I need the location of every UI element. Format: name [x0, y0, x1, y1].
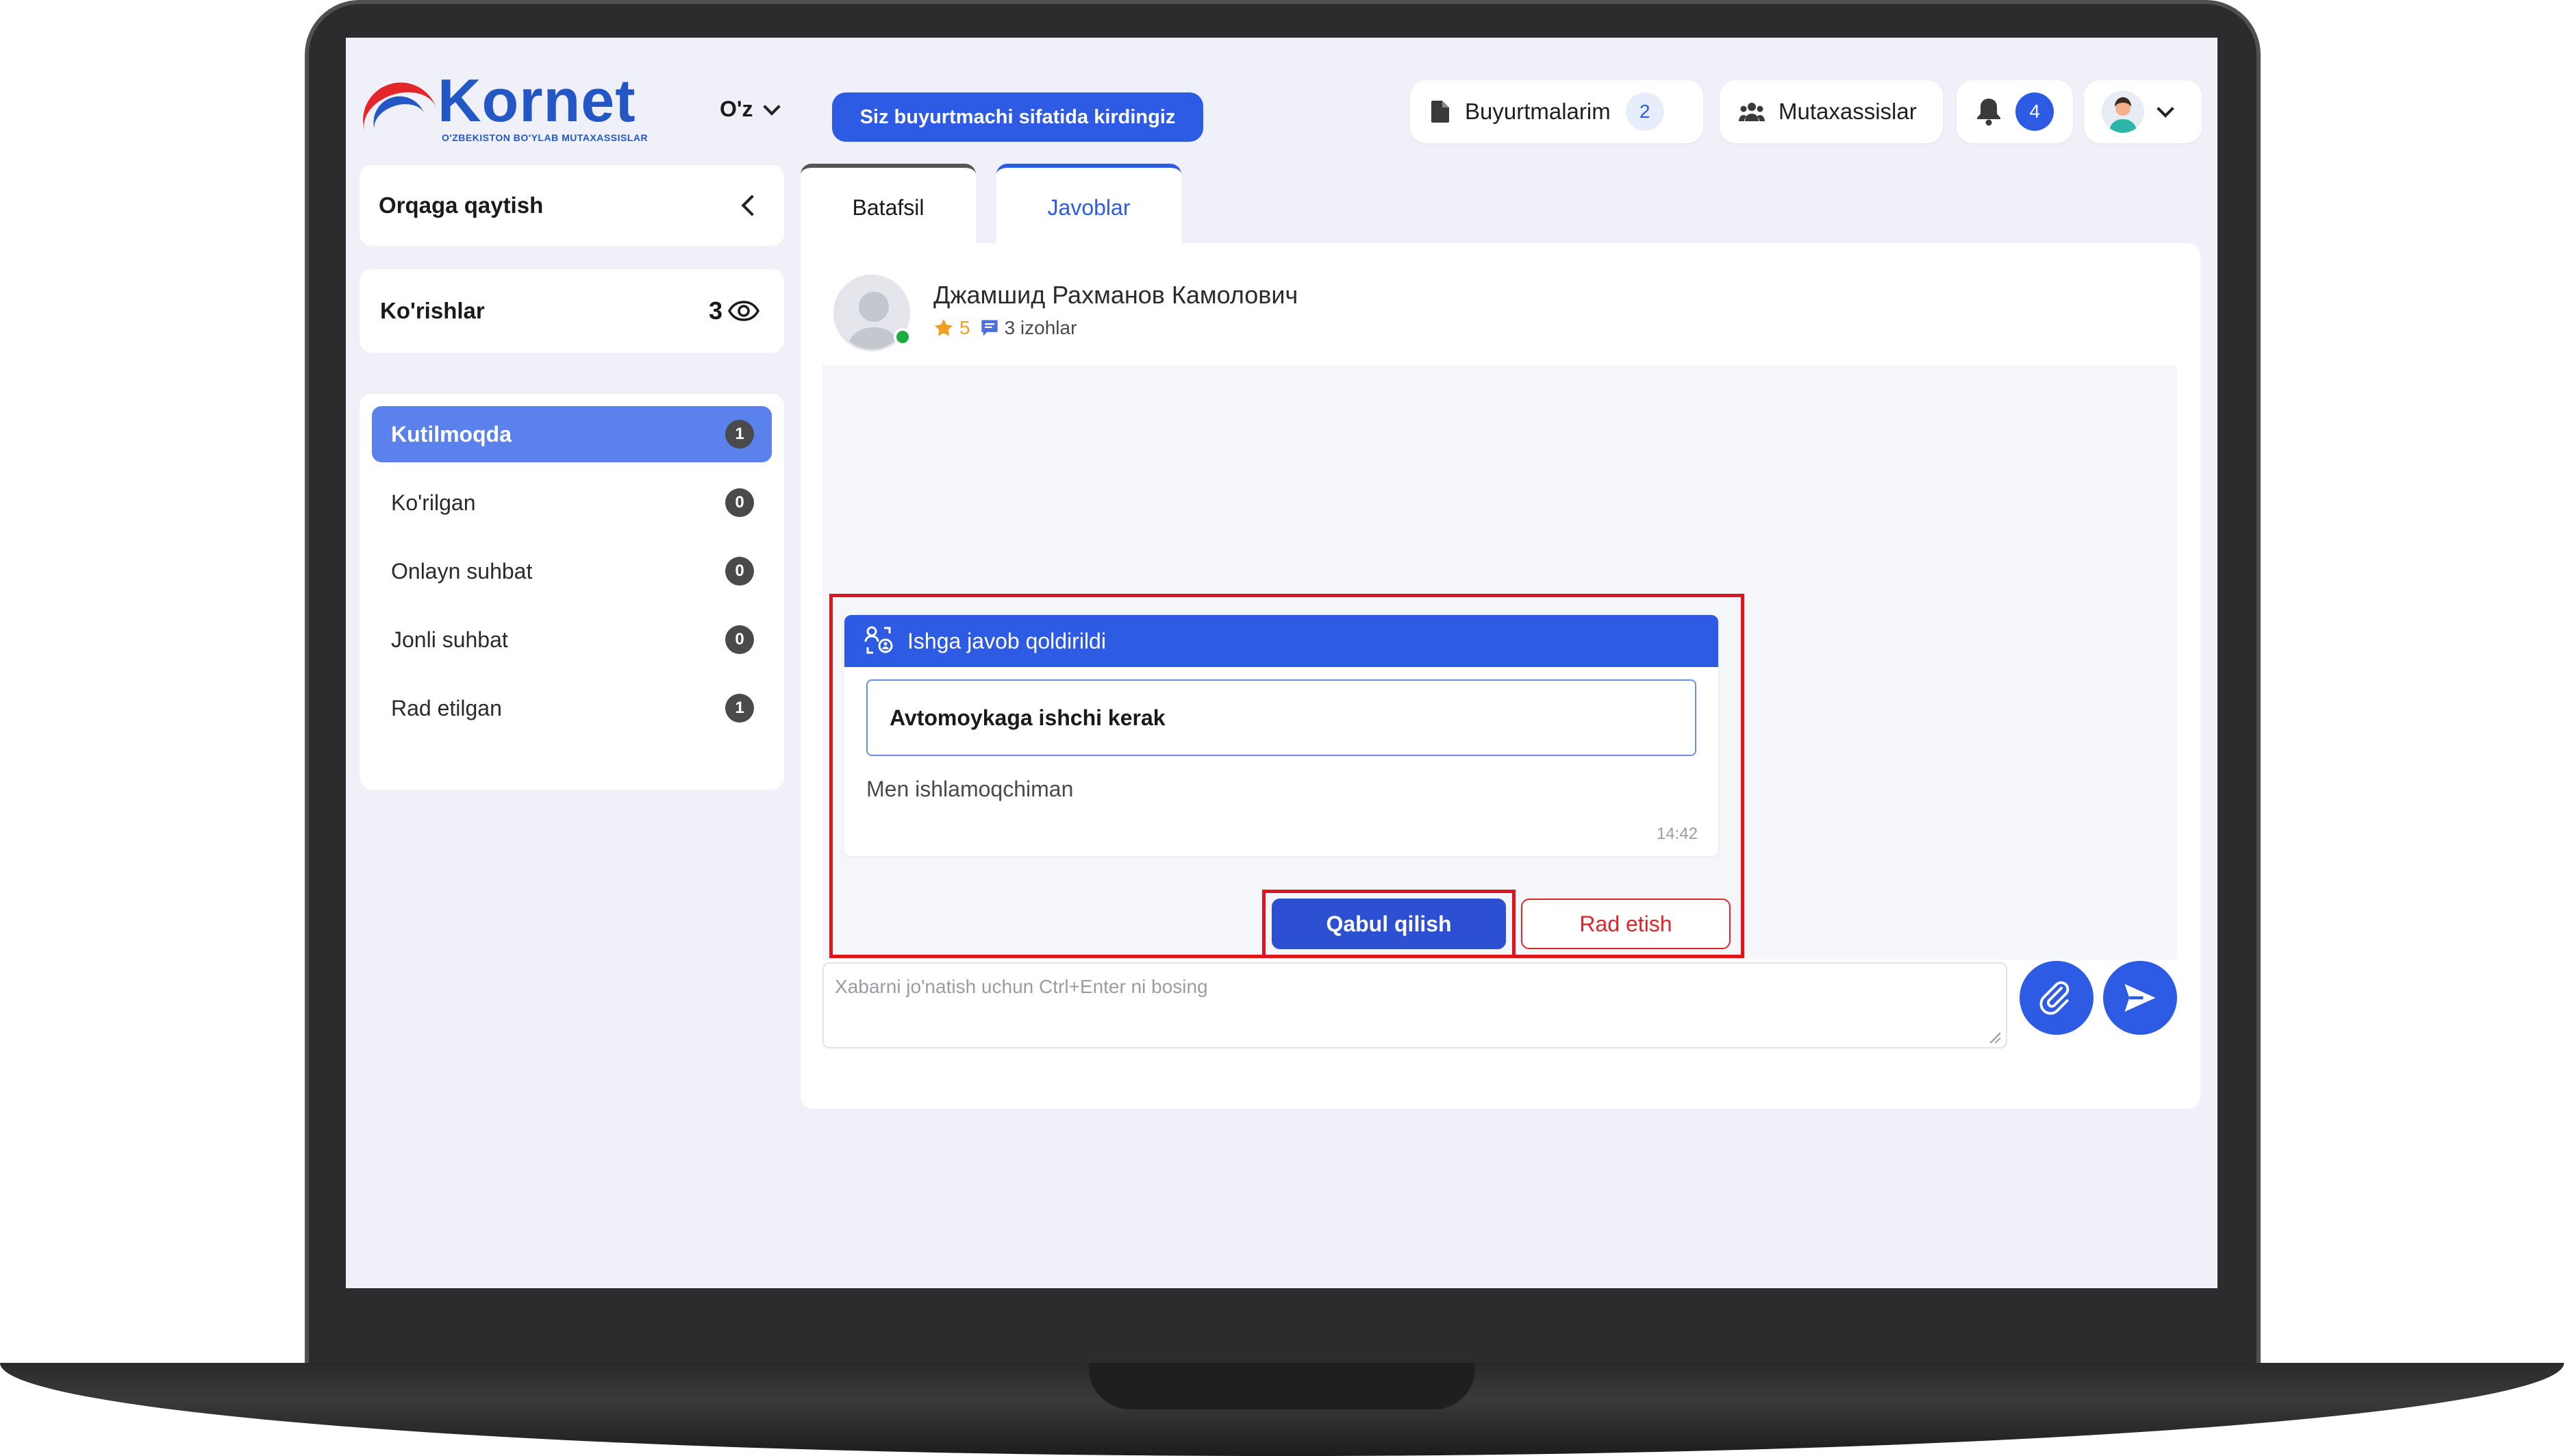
tab-details[interactable]: Batafsil	[801, 164, 976, 247]
views-card: Ko'rishlar 3	[360, 269, 784, 353]
language-selector[interactable]: O'z	[720, 97, 781, 122]
highlight-box-accept	[1262, 890, 1516, 958]
comment-icon	[981, 320, 998, 336]
respondent-meta: 5 3 izohlar	[933, 317, 1077, 339]
orders-count-badge: 2	[1625, 92, 1664, 131]
views-label: Ko'rishlar	[380, 298, 485, 323]
resize-handle-icon[interactable]	[1989, 1032, 2000, 1043]
rating-value: 5	[959, 317, 970, 338]
status-label: Rad etilgan	[391, 695, 502, 720]
kornet-logo[interactable]: Kornet O'ZBEKISTON BO'YLAB MUTAXASSISLAR	[353, 66, 676, 155]
app-screen: Kornet O'ZBEKISTON BO'YLAB MUTAXASSISLAR…	[346, 38, 2217, 1288]
star-icon	[934, 318, 953, 336]
status-item-jonli-suhbat[interactable]: Jonli suhbat 0	[372, 612, 772, 668]
chevron-down-icon	[762, 97, 781, 116]
role-notice-badge: Siz buyurtmachi sifatida kirdingiz	[832, 92, 1203, 142]
chevron-left-icon	[741, 194, 763, 216]
status-count-badge: 1	[725, 420, 754, 449]
specialists-label: Mutaxassislar	[1779, 99, 1917, 124]
logo-text: Kornet	[438, 66, 636, 134]
status-item-rad-etilgan[interactable]: Rad etilgan 1	[372, 680, 772, 736]
notifications-button[interactable]: 4	[1957, 80, 2073, 143]
users-icon	[1739, 103, 1765, 121]
eye-icon	[728, 301, 759, 321]
send-button[interactable]	[2103, 961, 2177, 1035]
status-label: Onlayn suhbat	[391, 558, 533, 583]
status-count-badge: 1	[725, 694, 754, 723]
tab-answers[interactable]: Javoblar	[996, 164, 1181, 247]
notifications-count-badge: 4	[2015, 92, 2054, 131]
status-label: Kutilmoqda	[391, 421, 512, 447]
reviews-count: 3 izohlar	[1004, 317, 1077, 338]
back-label: Orqaga qaytish	[379, 192, 544, 218]
attach-button[interactable]	[2020, 961, 2094, 1035]
respondent-name[interactable]: Джамшид Рахманов Камолович	[933, 281, 1298, 310]
send-icon	[2124, 983, 2156, 1012]
bell-icon	[1977, 99, 2000, 126]
laptop-notch	[1089, 1363, 1475, 1409]
online-status-indicator	[894, 328, 912, 346]
status-label: Jonli suhbat	[391, 627, 508, 652]
user-menu[interactable]	[2084, 80, 2202, 143]
status-count-badge: 0	[725, 625, 754, 654]
message-input[interactable]: Xabarni jo'natish uchun Ctrl+Enter ni bo…	[822, 962, 2007, 1049]
status-count-badge: 0	[725, 488, 754, 517]
logo-subtitle: O'ZBEKISTON BO'YLAB MUTAXASSISLAR	[442, 132, 649, 143]
my-orders-label: Buyurtmalarim	[1465, 99, 1611, 124]
status-count-badge: 0	[725, 557, 754, 586]
my-orders-button[interactable]: Buyurtmalarim 2	[1410, 80, 1703, 143]
views-count: 3	[708, 297, 722, 325]
language-label: O'z	[720, 97, 753, 121]
chevron-down-icon	[2157, 100, 2174, 118]
status-filter-list: Kutilmoqda 1 Ko'rilgan 0 Onlayn suhbat 0…	[360, 394, 784, 790]
paperclip-icon	[2039, 981, 2070, 1015]
status-item-kutilmoqda[interactable]: Kutilmoqda 1	[372, 406, 772, 462]
views-counter: 3	[709, 297, 759, 325]
user-avatar	[2102, 90, 2144, 133]
message-input-placeholder: Xabarni jo'natish uchun Ctrl+Enter ni bo…	[835, 976, 1208, 997]
status-item-korilgan[interactable]: Ko'rilgan 0	[372, 475, 772, 531]
status-label: Ko'rilgan	[391, 490, 476, 515]
specialists-button[interactable]: Mutaxassislar	[1720, 80, 1943, 143]
reviews-link[interactable]: 3 izohlar	[980, 317, 1077, 339]
document-icon	[1431, 101, 1449, 123]
rating: 5	[933, 317, 970, 339]
status-item-onlayn-suhbat[interactable]: Onlayn suhbat 0	[372, 543, 772, 599]
back-button[interactable]: Orqaga qaytish	[360, 165, 784, 246]
